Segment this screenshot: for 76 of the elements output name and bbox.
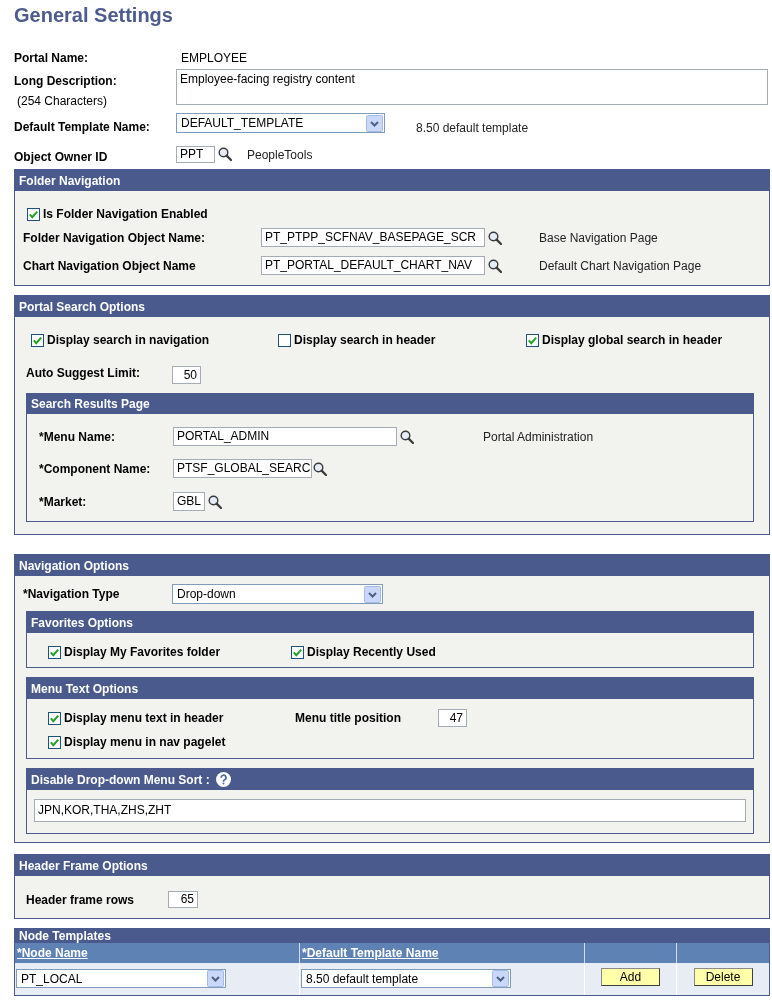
field-value: EMPLOYEE [180, 51, 248, 65]
description-text: PeopleTools [247, 148, 313, 162]
input-field[interactable]: GBL [173, 492, 205, 511]
checkbox[interactable] [526, 333, 539, 347]
section-title: Header Frame Options [19, 858, 148, 873]
field-label: Long Description: [14, 74, 117, 88]
input-field[interactable]: PORTAL_ADMIN [173, 427, 397, 446]
field-label: *Component Name: [39, 461, 151, 476]
checkbox[interactable] [48, 645, 61, 659]
checkbox-label: Display My Favorites folder [64, 645, 221, 659]
checkbox-label: Display global search in header [542, 333, 723, 347]
column-header-link[interactable]: *Default Template Name [302, 946, 439, 960]
field-label: *Market: [39, 494, 87, 509]
input-field[interactable]: PPT [176, 146, 215, 163]
caret-icon[interactable] [366, 114, 383, 132]
section-title: Portal Search Options [19, 299, 146, 314]
input-field[interactable]: PT_PTPP_SCFNAV_BASEPAGE_SCR [261, 228, 485, 247]
section-title: Folder Navigation [19, 173, 121, 188]
description-text: Base Navigation Page [539, 230, 658, 245]
search-icon[interactable] [208, 494, 222, 509]
checkbox[interactable] [48, 735, 61, 749]
page-title: General Settings [14, 3, 173, 27]
checkbox[interactable] [31, 333, 44, 347]
section-title: Menu Text Options [31, 681, 139, 696]
checkbox-label: Display menu in nav pagelet [64, 735, 226, 749]
input-field[interactable]: PT_PORTAL_DEFAULT_CHART_NAV [261, 256, 485, 275]
checkbox[interactable] [278, 333, 291, 347]
input-field[interactable]: PTSF_GLOBAL_SEARC [173, 459, 312, 478]
checkbox[interactable] [48, 711, 61, 725]
section-title: Disable Drop-down Menu Sort : [31, 772, 210, 787]
section-title: Favorites Options [31, 615, 134, 630]
description-text: Default Chart Navigation Page [539, 258, 702, 273]
search-icon[interactable] [313, 461, 327, 476]
dropdown[interactable]: DEFAULT_TEMPLATE [176, 113, 385, 133]
field-label: Auto Suggest Limit: [26, 366, 140, 380]
add-button[interactable]: Add [601, 968, 660, 986]
checkbox-label: Display menu text in header [64, 711, 224, 725]
search-icon[interactable] [488, 258, 502, 273]
checkbox-label: Is Folder Navigation Enabled [43, 207, 208, 221]
field-label: Menu title position [295, 711, 401, 725]
input-field[interactable]: JPN,KOR,THA,ZHS,ZHT [34, 799, 746, 822]
delete-button[interactable]: Delete [693, 968, 753, 986]
caret-icon[interactable] [492, 970, 509, 987]
field-label: Default Template Name: [14, 120, 150, 134]
section-title: Node Templates [19, 929, 111, 943]
checkbox[interactable] [291, 645, 304, 659]
caret-icon[interactable] [207, 970, 224, 987]
help-icon[interactable] [215, 772, 231, 787]
input-field[interactable]: 47 [438, 709, 467, 727]
field-label: Folder Navigation Object Name: [23, 230, 206, 245]
search-icon[interactable] [400, 429, 414, 444]
section-title: Navigation Options [19, 558, 129, 573]
dropdown[interactable]: 8.50 default template [301, 969, 511, 988]
checkbox-label: Display search in navigation [47, 333, 210, 347]
field-label: *Menu Name: [39, 429, 115, 444]
column-header-link[interactable]: *Node Name [17, 946, 88, 960]
field-label: Chart Navigation Object Name [23, 258, 196, 273]
description-text: Portal Administration [483, 429, 594, 444]
description-text: 8.50 default template [416, 121, 529, 135]
field-label: Header frame rows [26, 892, 135, 907]
input-field[interactable]: 50 [172, 366, 201, 384]
field-label: *Navigation Type [23, 587, 120, 601]
field-note: (254 Characters) [17, 94, 108, 108]
checkbox-label: Display Recently Used [307, 645, 436, 659]
field-label: Portal Name: [14, 51, 89, 65]
section-title: Search Results Page [31, 397, 150, 411]
caret-icon[interactable] [364, 585, 381, 603]
checkbox[interactable] [27, 207, 40, 221]
dropdown[interactable]: Drop-down [172, 584, 383, 604]
search-icon[interactable] [218, 147, 232, 161]
search-icon[interactable] [488, 230, 502, 245]
field-label: Object Owner ID [14, 150, 108, 164]
dropdown[interactable]: PT_LOCAL [16, 969, 226, 988]
checkbox-label: Display search in header [294, 333, 436, 347]
input-field[interactable]: 65 [168, 891, 198, 908]
text-area[interactable]: Employee-facing registry content [176, 69, 768, 105]
